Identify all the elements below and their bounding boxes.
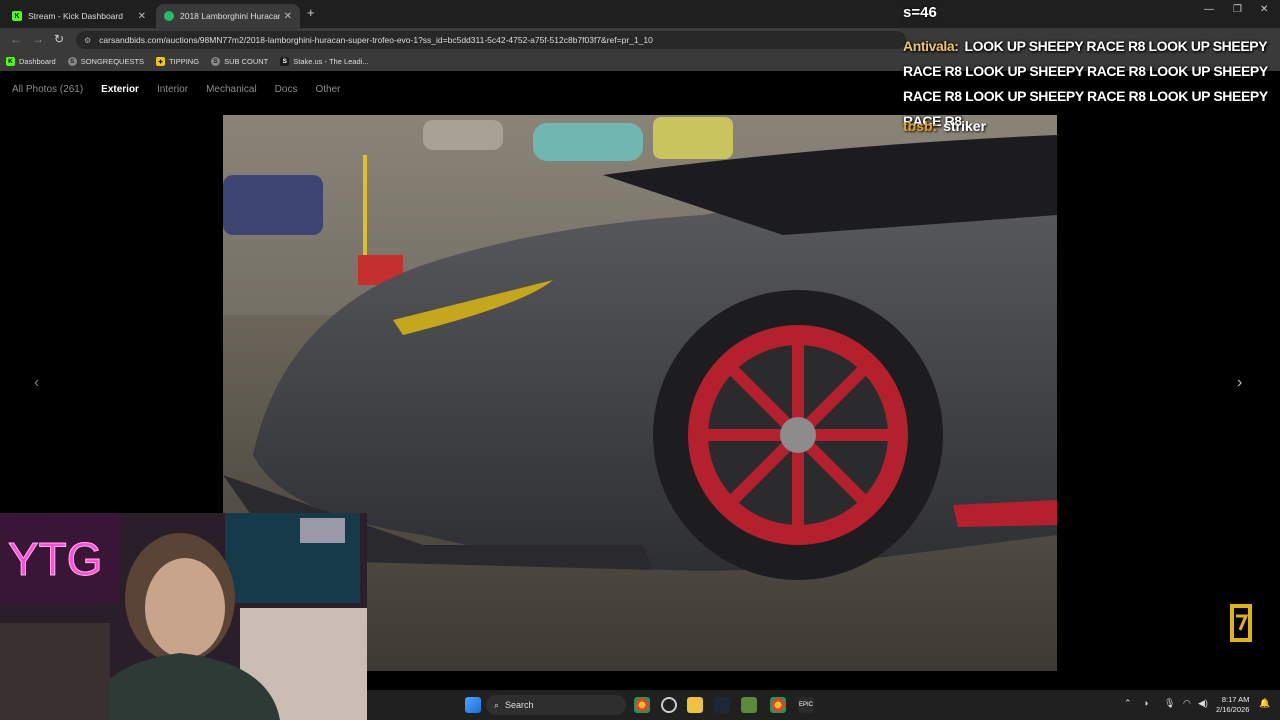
bookmark-label: TIPPING: [169, 57, 200, 66]
obs-icon[interactable]: [661, 697, 677, 713]
tab-interior[interactable]: Interior: [157, 84, 188, 95]
tab-docs[interactable]: Docs: [275, 84, 298, 95]
tipping-icon: ✦: [156, 57, 166, 66]
tab-carsandbids[interactable]: 2018 Lamborghini Huracan Sup ✕: [156, 4, 300, 28]
neon-sign-text: YTG: [8, 533, 103, 585]
stream-counter: s=46: [903, 4, 937, 21]
microphone-icon[interactable]: 🎙: [1164, 698, 1175, 709]
chat-username: Antivala:: [903, 38, 959, 54]
bookmark-stake[interactable]: S Stake.us - The Leadi...: [280, 57, 369, 66]
windows-start-icon[interactable]: [465, 697, 481, 713]
bookmark-label: SUB COUNT: [224, 57, 269, 66]
streamer-webcam: YTG: [0, 513, 367, 720]
new-tab-button[interactable]: +: [307, 5, 315, 20]
previous-photo-icon[interactable]: ‹: [34, 374, 39, 392]
streamelements-icon: S: [67, 57, 77, 66]
volume-icon[interactable]: ◀): [1198, 698, 1208, 709]
tab-label: 2018 Lamborghini Huracan Sup: [180, 11, 280, 21]
wifi-icon[interactable]: ◠: [1183, 698, 1191, 709]
back-icon[interactable]: ←: [10, 32, 22, 46]
tab-exterior[interactable]: Exterior: [101, 84, 139, 95]
file-explorer-icon[interactable]: [687, 697, 703, 713]
tab-label: Stream - Kick Dashboard: [28, 11, 123, 21]
url-text: carsandbids.com/auctions/98MN77m2/2018-l…: [99, 35, 653, 45]
minecraft-icon[interactable]: [741, 697, 757, 713]
site-info-icon[interactable]: ⚙: [84, 36, 91, 45]
clock-time: 8:17 AM: [1221, 695, 1250, 704]
bookmark-dashboard[interactable]: K Dashboard: [6, 57, 56, 66]
chat-text: striker: [943, 118, 987, 134]
close-tab-icon[interactable]: ✕: [284, 11, 292, 22]
chrome-icon[interactable]: [770, 697, 786, 713]
taskbar-search[interactable]: ⌕ Search: [486, 695, 626, 715]
browser-tab-strip: K Stream - Kick Dashboard ✕ 2018 Lamborg…: [0, 0, 1280, 28]
chat-message: tbsb: striker: [903, 116, 986, 136]
epic-games-icon[interactable]: EPIC: [798, 697, 814, 713]
clock-date: 2/16/2026: [1216, 705, 1250, 714]
reload-icon[interactable]: ↻: [54, 32, 64, 46]
photo-category-tabs: All Photos (261) Exterior Interior Mecha…: [12, 84, 358, 95]
taskbar-clock[interactable]: 8:17 AM 2/16/2026: [1216, 695, 1249, 715]
close-tab-icon[interactable]: ✕: [138, 11, 146, 22]
search-icon: ⌕: [494, 699, 500, 710]
kick-icon: K: [12, 11, 22, 21]
search-label: Search: [505, 700, 534, 710]
bookmark-sub-count[interactable]: S SUB COUNT: [211, 57, 268, 66]
forward-icon[interactable]: →: [32, 32, 44, 46]
logo-icon: [1230, 604, 1252, 642]
tab-other[interactable]: Other: [315, 84, 340, 95]
gold-logo-sticker: [1228, 602, 1254, 649]
tab-all-photos[interactable]: All Photos (261): [12, 84, 83, 95]
kick-icon: K: [6, 57, 15, 66]
steam-icon[interactable]: [714, 697, 730, 713]
carsandbids-icon: [164, 11, 174, 21]
bookmark-tipping[interactable]: ✦ TIPPING: [156, 57, 199, 66]
next-photo-icon[interactable]: ›: [1237, 374, 1242, 392]
bookmark-label: Dashboard: [19, 57, 56, 66]
tab-kick-dashboard[interactable]: K Stream - Kick Dashboard ✕: [4, 4, 154, 28]
bookmark-songrequests[interactable]: S SONGREQUESTS: [67, 57, 145, 66]
notification-bell-icon[interactable]: 🔔: [1259, 698, 1270, 709]
app-tray-icon[interactable]: ◑: [1143, 698, 1148, 708]
bookmark-label: SONGREQUESTS: [80, 57, 145, 66]
maximize-icon[interactable]: ❐: [1233, 4, 1242, 15]
stake-icon: S: [280, 57, 290, 66]
streamelements-icon: S: [211, 57, 221, 66]
chrome-icon[interactable]: [634, 697, 650, 713]
webcam-feed-illustration: YTG: [0, 513, 367, 720]
close-window-icon[interactable]: ✕: [1260, 4, 1268, 15]
windows-taskbar: ⌕ Search EPIC ⌃ ◑ 🎙 ◠ ◀) 8:17 AM 2/16/20…: [367, 690, 1280, 720]
tab-mechanical[interactable]: Mechanical: [206, 84, 257, 95]
chat-username: tbsb:: [903, 118, 938, 134]
minimize-icon[interactable]: —: [1204, 4, 1214, 15]
bookmark-label: Stake.us - The Leadi...: [293, 57, 369, 66]
address-bar[interactable]: ⚙ carsandbids.com/auctions/98MN77m2/2018…: [76, 31, 906, 49]
chevron-up-icon[interactable]: ⌃: [1124, 698, 1132, 709]
